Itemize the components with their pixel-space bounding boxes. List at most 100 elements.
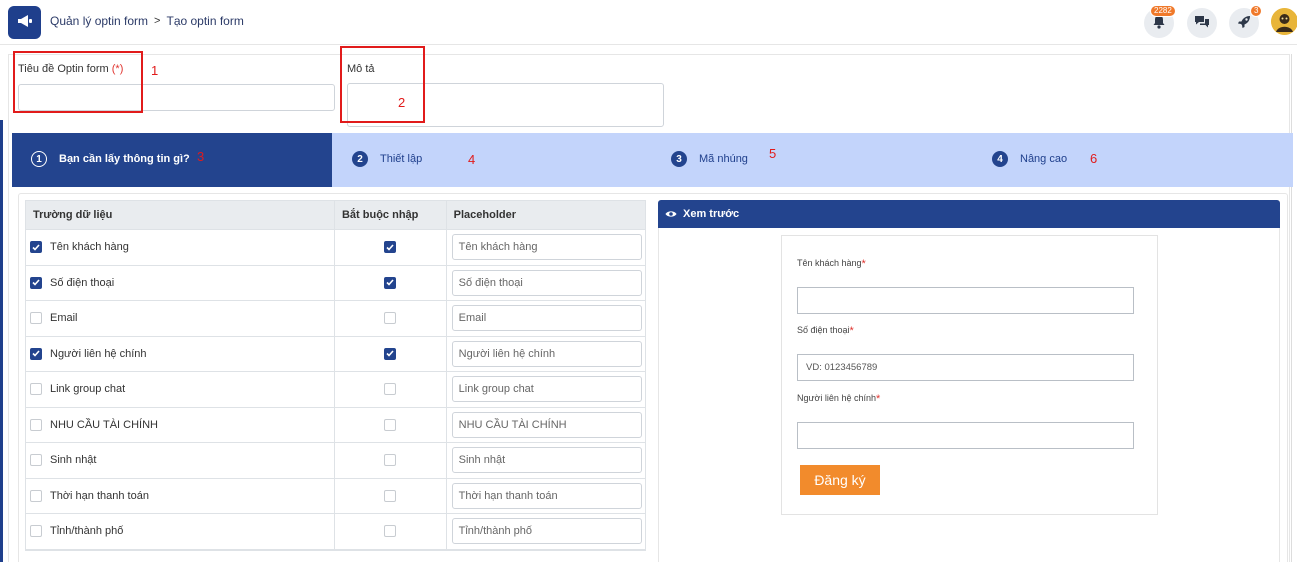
placeholder-cell: Tên khách hàng [447,230,645,265]
required-checkbox[interactable] [384,383,397,396]
preview-input-name[interactable] [797,287,1134,314]
fields-table: Trường dữ liệu Bắt buộc nhập Placeholder… [25,200,646,551]
placeholder-cell: Link group chat [447,372,645,407]
preview-header: Xem trước [658,200,1280,228]
required-checkbox[interactable] [384,489,397,502]
required-checkbox[interactable] [384,312,397,325]
preview-input-contact[interactable] [797,422,1134,449]
field-checkbox[interactable] [30,312,42,325]
field-cell: Email [26,301,335,336]
notifications-button[interactable]: 2282 [1144,5,1176,38]
step-4-label: Nâng cao [1020,153,1068,165]
field-checkbox[interactable] [30,489,42,502]
required-checkbox[interactable] [384,525,397,538]
checkbox-box[interactable] [30,454,42,467]
preview-title: Xem trước [683,208,740,220]
field-checkbox[interactable] [30,525,42,538]
preview-label-contact-text: Người liên hệ chính [797,393,876,403]
field-cell: Tỉnh/thành phố [26,514,335,549]
placeholder-input[interactable]: Tỉnh/thành phố [451,518,642,545]
preview-label-name: Tên khách hàng* [797,258,866,270]
annotation-2: 2 [398,95,406,110]
field-checkbox[interactable] [30,418,42,431]
placeholder-input[interactable]: NHU CẦU TÀI CHÍNH [451,411,642,438]
placeholder-input[interactable]: Tên khách hàng [451,234,642,261]
field-name: Người liên hệ chính [50,347,147,360]
placeholder-cell: NHU CẦU TÀI CHÍNH [447,408,645,443]
checkbox-box[interactable] [30,418,42,431]
field-checkbox[interactable] [30,454,42,467]
checkbox-box[interactable] [30,525,42,538]
breadcrumb: Quản lý optin form > Tạo optin form [50,14,244,28]
field-name: Link group chat [50,383,126,396]
required-checkbox[interactable] [384,347,397,360]
preview-label-name-text: Tên khách hàng [797,258,862,268]
preview-input-phone[interactable]: VD: 0123456789 [797,354,1134,381]
table-row: NHU CẦU TÀI CHÍNH NHU CẦU TÀI CHÍNH [26,407,645,443]
table-row: Sinh nhật Sinh nhật [26,443,645,479]
step-3[interactable]: 3 Mã nhúng [671,151,748,167]
field-checkbox[interactable] [30,276,42,289]
placeholder-input[interactable]: Người liên hệ chính [451,340,642,367]
step-4[interactable]: 4 Nâng cao [992,151,1067,167]
checkbox-box[interactable] [30,347,42,360]
required-cell [335,514,447,549]
step-1[interactable]: 1 Bạn cần lấy thông tin gì? [31,151,190,167]
required-checkbox[interactable] [384,418,397,431]
submit-button[interactable]: Đăng ký [800,465,880,495]
annotation-6: 6 [1090,151,1098,166]
step-2[interactable]: 2 Thiết lập [352,151,422,167]
table-row: Người liên hệ chính Người liên hệ chính [26,336,645,372]
field-cell: Link group chat [26,372,335,407]
field-checkbox[interactable] [30,241,42,254]
checkbox-box[interactable] [30,312,42,325]
field-name: Thời hạn thanh toán [50,489,149,502]
placeholder-input[interactable]: Link group chat [451,376,642,403]
field-cell: Người liên hệ chính [26,336,335,371]
field-checkbox[interactable] [30,347,42,360]
checkbox-box[interactable] [30,383,42,396]
rocket-badge: 3 [1250,5,1263,17]
required-cell [335,407,447,442]
field-cell: Tên khách hàng [26,230,335,265]
preview-label-phone-text: Số điện thoại [797,325,850,335]
rocket-button[interactable]: 3 [1229,5,1263,38]
preview-label-phone: Số điện thoại* [797,325,854,337]
placeholder-cell: Tỉnh/thành phố [447,514,645,549]
required-cell [335,372,447,407]
placeholder-input[interactable]: Sinh nhật [451,447,642,474]
table-row: Link group chat Link group chat [26,372,645,408]
placeholder-input[interactable]: Thời hạn thanh toán [451,482,642,509]
preview-required-star: * [849,325,854,337]
step-1-label: Bạn cần lấy thông tin gì? [59,153,190,165]
annotation-4: 4 [468,152,476,167]
required-checkbox[interactable] [384,276,397,289]
breadcrumb-parent[interactable]: Quản lý optin form [50,14,148,28]
top-bar: Quản lý optin form > Tạo optin form 2282… [0,0,1297,45]
table-row: Email Email [26,301,645,337]
chat-button[interactable] [1187,8,1217,38]
placeholder-input[interactable]: Số điện thoại [451,269,642,296]
notifications-badge: 2282 [1150,5,1176,17]
preview-required-star: * [861,258,866,270]
header-required: Bắt buộc nhập [335,201,447,229]
placeholder-input[interactable]: Email [451,305,642,332]
required-cell [335,336,447,371]
field-name: Tỉnh/thành phố [50,525,124,538]
field-checkbox[interactable] [30,383,42,396]
checkbox-box[interactable] [30,241,42,254]
checkbox-box[interactable] [30,489,42,502]
scrollbar-track[interactable] [1291,54,1292,562]
annotation-box-1 [13,51,143,113]
required-checkbox[interactable] [384,454,397,467]
field-cell: Số điện thoại [26,265,335,300]
required-checkbox[interactable] [384,241,397,254]
checkbox-box[interactable] [30,276,42,289]
annotation-box-2 [340,46,425,123]
breadcrumb-current: Tạo optin form [166,14,244,28]
table-row: Tên khách hàng Tên khách hàng [26,230,645,266]
preview-required-star: * [875,393,881,405]
step-2-number: 2 [352,151,368,167]
avatar[interactable] [1271,8,1297,35]
megaphone-button[interactable] [8,6,41,39]
